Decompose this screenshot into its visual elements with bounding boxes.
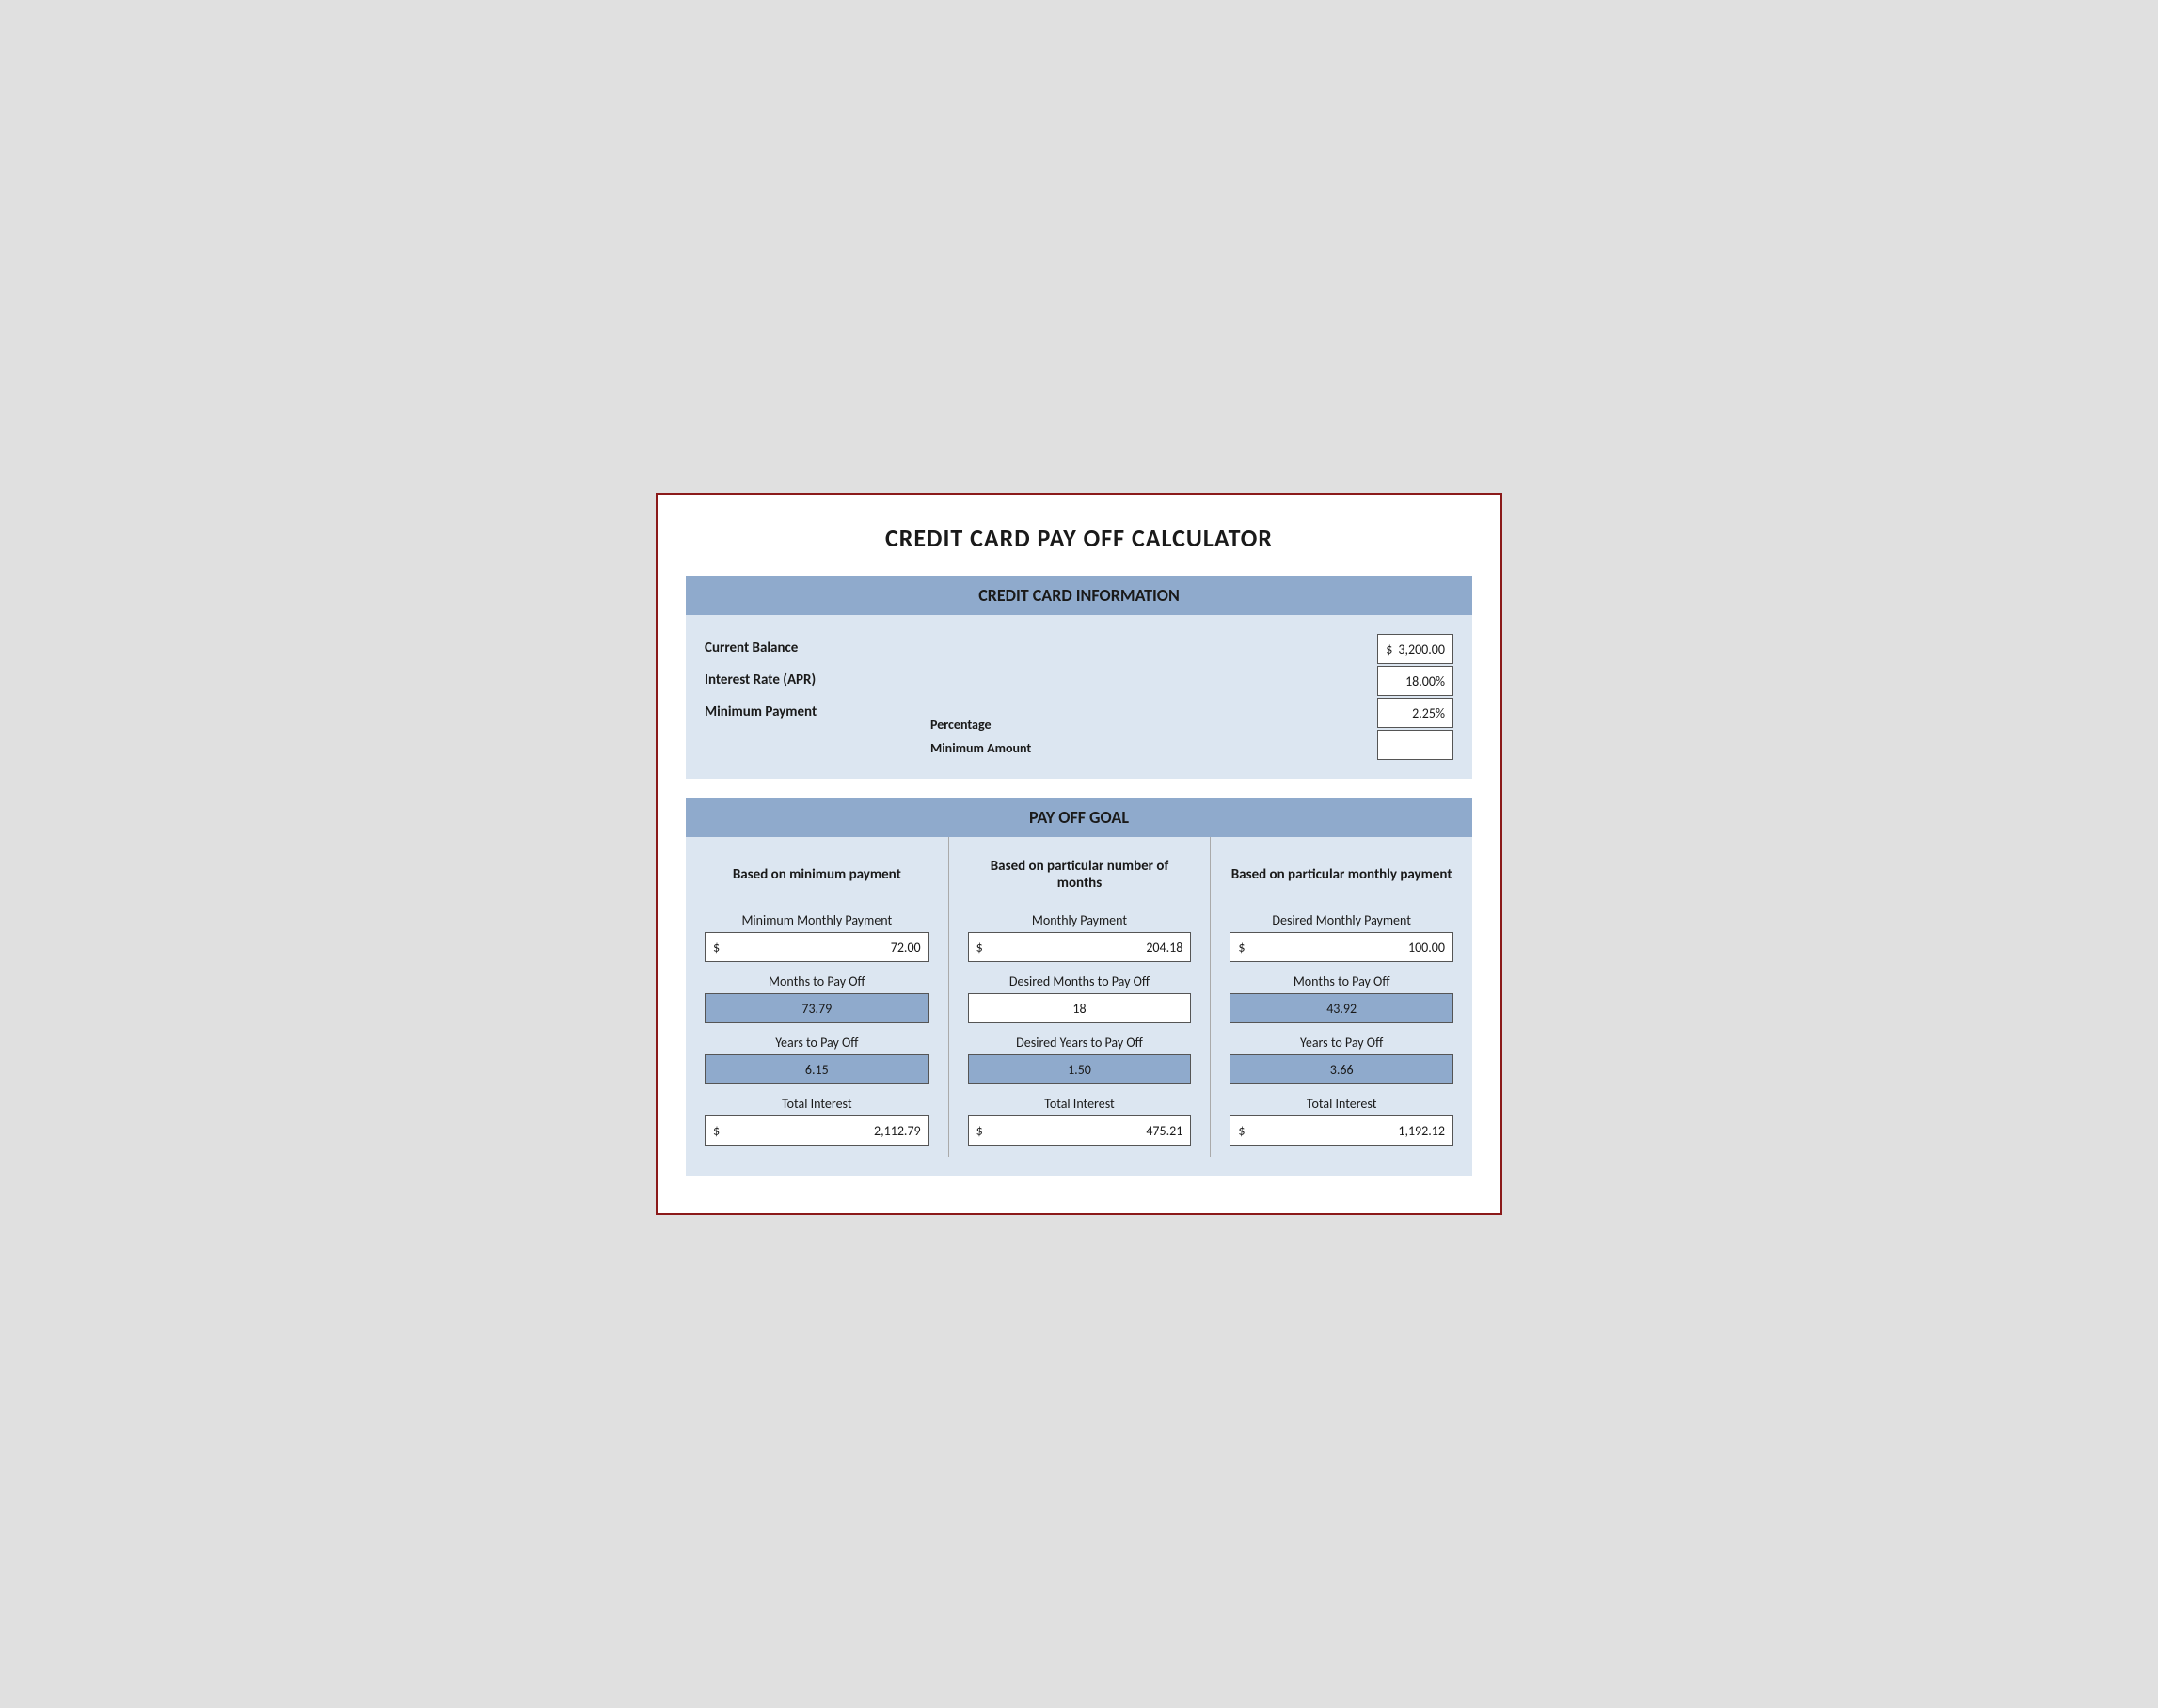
col3-payment-value: 100.00 xyxy=(1250,940,1445,956)
col1-years-group: Years to Pay Off 6.15 xyxy=(705,1035,929,1084)
interest-rate-label: Interest Rate (APR) xyxy=(705,666,912,694)
cc-info-labels: Current Balance Interest Rate (APR) Mini… xyxy=(705,634,912,726)
col2-header: Based on particular number of months xyxy=(968,852,1192,897)
col3-interest-group: Total Interest $ 1,192.12 xyxy=(1230,1096,1453,1146)
col3-years-input: 3.66 xyxy=(1230,1054,1453,1084)
col3-payment-input[interactable]: $ 100.00 xyxy=(1230,932,1453,962)
interest-rate-input[interactable]: 18.00% xyxy=(1377,666,1453,696)
col2-interest-label: Total Interest xyxy=(1044,1096,1115,1112)
col3-years-value: 3.66 xyxy=(1330,1062,1354,1078)
cc-info-grid: Current Balance Interest Rate (APR) Mini… xyxy=(705,634,1453,760)
col2-payment-label: Monthly Payment xyxy=(1032,912,1127,928)
col1-months-label: Months to Pay Off xyxy=(769,973,865,989)
cc-info-inputs: $ 3,200.00 18.00% 2.25% xyxy=(1377,634,1453,760)
payoff-goal-header: PAY OFF GOAL xyxy=(686,798,1472,837)
col1-months-value: 73.79 xyxy=(801,1001,832,1017)
minimum-payment-label: Minimum Payment xyxy=(705,698,912,726)
col3-header: Based on particular monthly payment xyxy=(1231,852,1452,897)
col2-payment-group: Monthly Payment $ 204.18 xyxy=(968,912,1192,962)
col3-interest-label: Total Interest xyxy=(1307,1096,1377,1112)
col1-months-input: 73.79 xyxy=(705,993,929,1023)
calculator-container: CREDIT CARD PAY OFF CALCULATOR CREDIT CA… xyxy=(656,493,1502,1215)
minimum-amount-label: Minimum Amount xyxy=(930,736,1081,760)
col1-interest-dollar: $ xyxy=(713,1123,720,1139)
col3-years-label: Years to Pay Off xyxy=(1300,1035,1383,1051)
col2-years-value: 1.50 xyxy=(1068,1062,1091,1078)
percentage-label: Percentage xyxy=(930,713,1081,736)
current-balance-label: Current Balance xyxy=(705,634,912,662)
col1-dollar: $ xyxy=(713,940,720,956)
col3-months-label: Months to Pay Off xyxy=(1293,973,1390,989)
col2-interest-value: 475.21 xyxy=(989,1123,1183,1139)
col3-months-group: Months to Pay Off 43.92 xyxy=(1230,973,1453,1023)
col3-payment-group: Desired Monthly Payment $ 100.00 xyxy=(1230,912,1453,962)
col2-payment-input: $ 204.18 xyxy=(968,932,1192,962)
col3-interest-input: $ 1,192.12 xyxy=(1230,1115,1453,1146)
min-payment-pct-input[interactable]: 2.25% xyxy=(1377,698,1453,728)
min-payment-pct-value: 2.25% xyxy=(1386,705,1445,721)
col1-payment-value: 72.00 xyxy=(725,940,921,956)
col2-interest-input: $ 475.21 xyxy=(968,1115,1192,1146)
payoff-section: Based on minimum payment Minimum Monthly… xyxy=(686,837,1472,1176)
col1-years-value: 6.15 xyxy=(805,1062,829,1078)
main-title: CREDIT CARD PAY OFF CALCULATOR xyxy=(686,523,1472,553)
col3-months-value: 43.92 xyxy=(1326,1001,1357,1017)
min-payment-amt-input[interactable] xyxy=(1377,730,1453,760)
col2-years-input: 1.50 xyxy=(968,1054,1192,1084)
col1-interest-input: $ 2,112.79 xyxy=(705,1115,929,1146)
col1-interest-label: Total Interest xyxy=(782,1096,852,1112)
col2-months-input[interactable]: 18 xyxy=(968,993,1192,1023)
col1-payment-input[interactable]: $ 72.00 xyxy=(705,932,929,962)
dollar-sign-1: $ xyxy=(1386,641,1392,657)
col1-header: Based on minimum payment xyxy=(733,852,901,897)
col2-months-value: 18 xyxy=(976,1001,1183,1017)
cc-info-header: CREDIT CARD INFORMATION xyxy=(686,576,1472,615)
col1-interest-value: 2,112.79 xyxy=(725,1123,921,1139)
cc-info-middle: Percentage Minimum Amount xyxy=(930,713,1081,760)
current-balance-value: 3,200.00 xyxy=(1398,641,1445,657)
col2-years-group: Desired Years to Pay Off 1.50 xyxy=(968,1035,1192,1084)
cc-info-section: Current Balance Interest Rate (APR) Mini… xyxy=(686,615,1472,779)
col1-interest-group: Total Interest $ 2,112.79 xyxy=(705,1096,929,1146)
section-gap xyxy=(686,779,1472,798)
col2-months-label: Desired Months to Pay Off xyxy=(1009,973,1150,989)
col1-years-input: 6.15 xyxy=(705,1054,929,1084)
col2-months-group: Desired Months to Pay Off 18 xyxy=(968,973,1192,1023)
col3-months-input: 43.92 xyxy=(1230,993,1453,1023)
payoff-col-1: Based on minimum payment Minimum Monthly… xyxy=(686,837,948,1157)
col3-interest-value: 1,192.12 xyxy=(1250,1123,1445,1139)
current-balance-input[interactable]: $ 3,200.00 xyxy=(1377,634,1453,664)
col3-payment-label: Desired Monthly Payment xyxy=(1272,912,1411,928)
col3-interest-dollar: $ xyxy=(1238,1123,1245,1139)
col3-dollar: $ xyxy=(1238,940,1245,956)
col3-years-group: Years to Pay Off 3.66 xyxy=(1230,1035,1453,1084)
col1-years-label: Years to Pay Off xyxy=(775,1035,858,1051)
col2-interest-dollar: $ xyxy=(976,1123,983,1139)
col1-payment-group: Minimum Monthly Payment $ 72.00 xyxy=(705,912,929,962)
payoff-columns: Based on minimum payment Minimum Monthly… xyxy=(686,837,1472,1176)
col2-years-label: Desired Years to Pay Off xyxy=(1016,1035,1143,1051)
col2-interest-group: Total Interest $ 475.21 xyxy=(968,1096,1192,1146)
interest-rate-value: 18.00% xyxy=(1386,673,1445,689)
col2-dollar: $ xyxy=(976,940,983,956)
payoff-col-2: Based on particular number of months Mon… xyxy=(948,837,1211,1157)
col1-months-group: Months to Pay Off 73.79 xyxy=(705,973,929,1023)
col1-payment-label: Minimum Monthly Payment xyxy=(741,912,892,928)
payoff-col-3: Based on particular monthly payment Desi… xyxy=(1210,837,1472,1157)
col2-payment-value: 204.18 xyxy=(989,940,1183,956)
